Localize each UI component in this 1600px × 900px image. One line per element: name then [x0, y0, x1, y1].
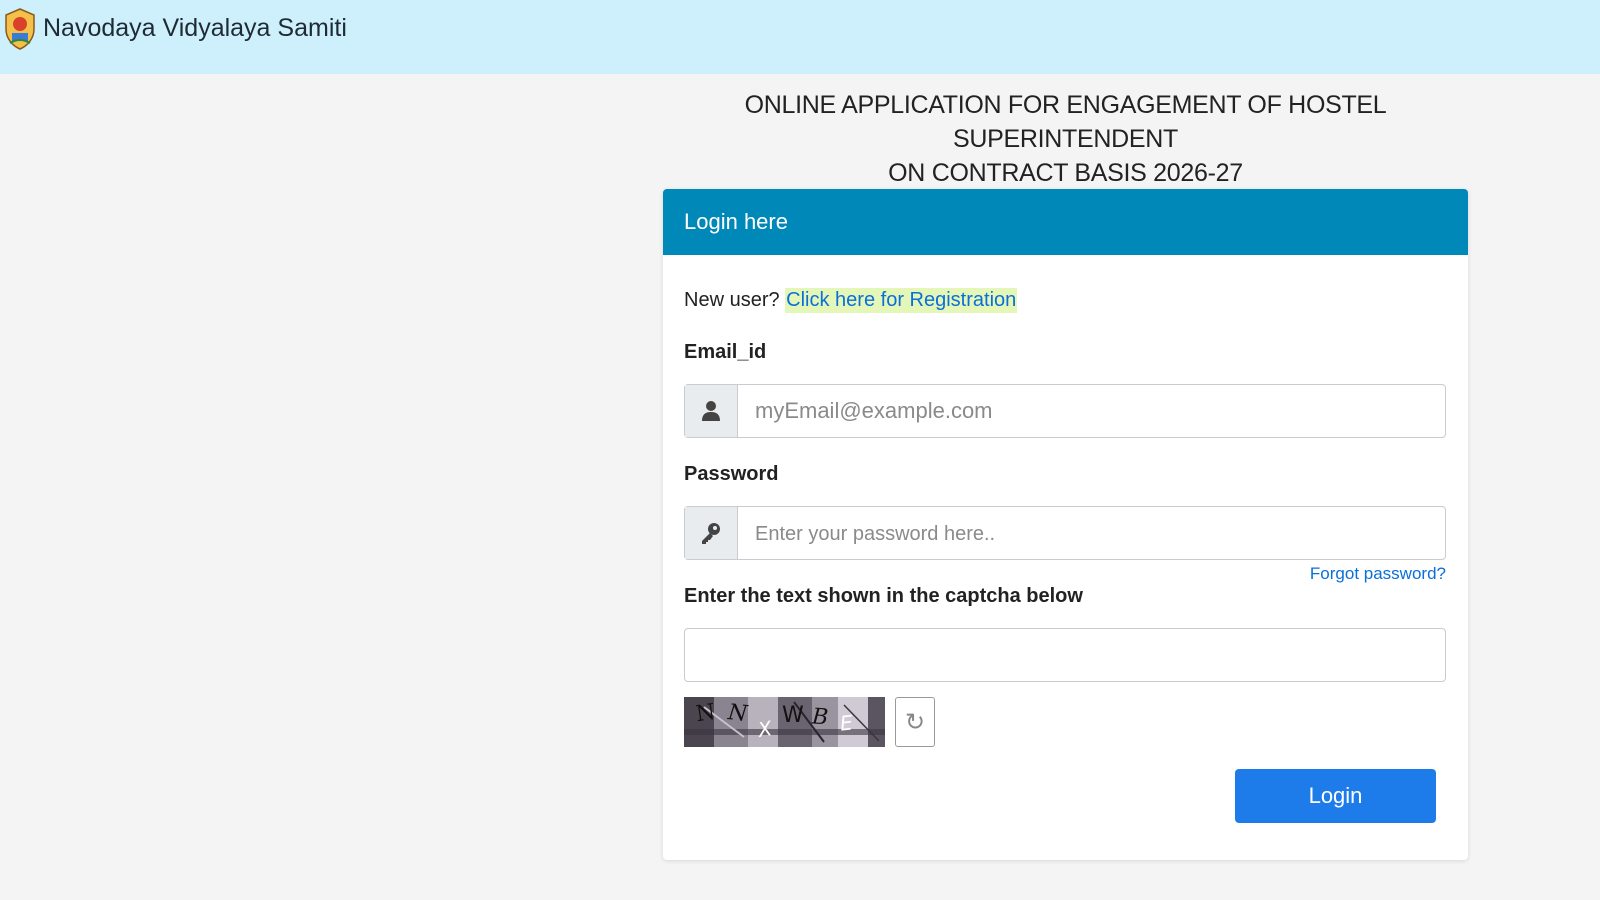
captcha-image: N N X W B E [684, 697, 885, 747]
nvs-emblem-icon[interactable] [2, 7, 38, 51]
brand-title[interactable]: Navodaya Vidyalaya Samiti [43, 14, 347, 43]
login-card: Login here New user? Click here for Regi… [663, 189, 1468, 860]
refresh-icon: ↻ [904, 708, 926, 736]
captcha-char-1: N [694, 699, 717, 728]
email-input[interactable] [738, 385, 1445, 437]
page-title: ONLINE APPLICATION FOR ENGAGEMENT OF HOS… [663, 88, 1468, 190]
captcha-input[interactable] [684, 628, 1446, 682]
captcha-char-2: N [726, 700, 749, 727]
key-icon [685, 507, 738, 559]
forgot-password-link[interactable]: Forgot password? [1310, 564, 1446, 584]
password-input-group [684, 506, 1446, 560]
captcha-refresh-button[interactable]: ↻ [895, 697, 935, 747]
password-label: Password [684, 463, 779, 485]
top-navbar: Navodaya Vidyalaya Samiti [0, 0, 1600, 74]
page-title-line-2: ON CONTRACT BASIS 2026-27 [888, 159, 1243, 187]
login-button[interactable]: Login [1235, 769, 1436, 823]
email-input-group [684, 384, 1446, 438]
user-icon [685, 385, 738, 437]
login-card-header: Login here [663, 189, 1468, 255]
captcha-char-5: B [811, 704, 830, 731]
email-label: Email_id [684, 341, 767, 363]
captcha-char-4: W [782, 703, 804, 728]
page-title-line-1: ONLINE APPLICATION FOR ENGAGEMENT OF HOS… [744, 91, 1387, 153]
new-user-text: New user? [684, 289, 780, 311]
captcha-char-6: E [838, 710, 854, 736]
captcha-label: Enter the text shown in the captcha belo… [684, 585, 1083, 607]
registration-link[interactable]: Click here for Registration [785, 288, 1018, 313]
new-user-prompt: New user? Click here for Registration [684, 288, 1018, 313]
password-input[interactable] [738, 507, 1445, 559]
